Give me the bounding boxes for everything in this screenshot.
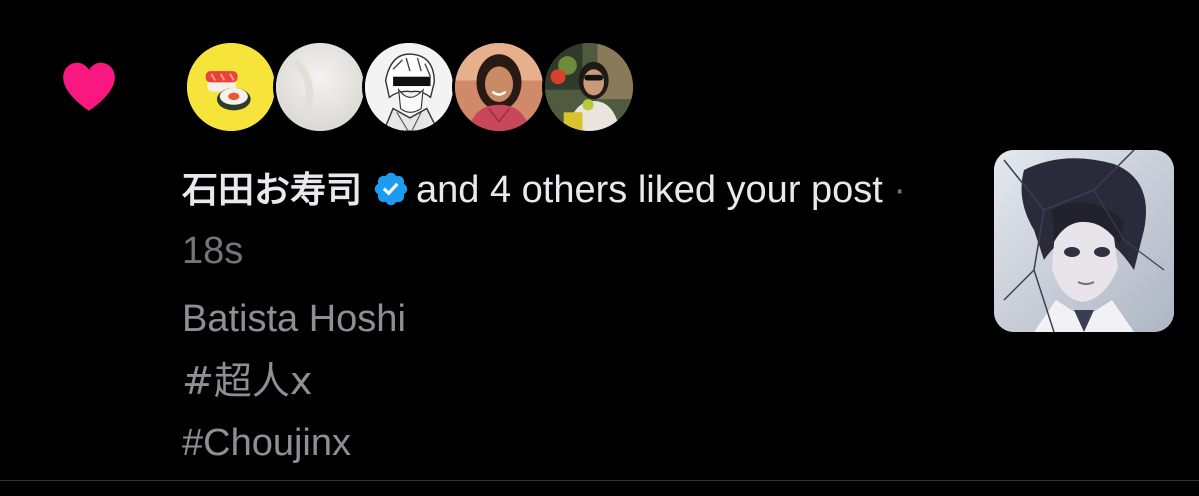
post-line-hashtag-en: #Choujinx bbox=[182, 422, 351, 464]
avatar-woman-eating[interactable] bbox=[542, 40, 636, 134]
avatar-woman-smiling[interactable] bbox=[452, 40, 546, 134]
like-notification[interactable]: 石田お寿司 and 4 others liked your post · 18s… bbox=[0, 0, 1199, 480]
separator-dot: · bbox=[893, 169, 907, 211]
divider bbox=[0, 480, 1199, 481]
notification-text: 石田お寿司 and 4 others liked your post · 18s bbox=[182, 160, 962, 281]
actor-name[interactable]: 石田お寿司 bbox=[182, 170, 362, 211]
post-line-hashtag-jp: #超人x bbox=[182, 359, 313, 403]
avatar-manga-portrait[interactable] bbox=[362, 40, 456, 134]
avatar-sushi[interactable] bbox=[184, 40, 278, 134]
post-thumbnail-anime-character[interactable] bbox=[994, 150, 1174, 332]
timestamp: 18s bbox=[182, 230, 244, 272]
avatar-blank[interactable] bbox=[273, 40, 367, 134]
verified-badge-icon bbox=[372, 166, 410, 206]
action-text: and 4 others liked your post bbox=[416, 169, 883, 211]
post-line-author: Batista Hoshi bbox=[182, 298, 406, 340]
post-preview[interactable]: Batista Hoshi #超人x #Choujinx bbox=[182, 288, 406, 474]
heart-icon bbox=[58, 55, 120, 117]
sushi-icon bbox=[187, 43, 275, 131]
